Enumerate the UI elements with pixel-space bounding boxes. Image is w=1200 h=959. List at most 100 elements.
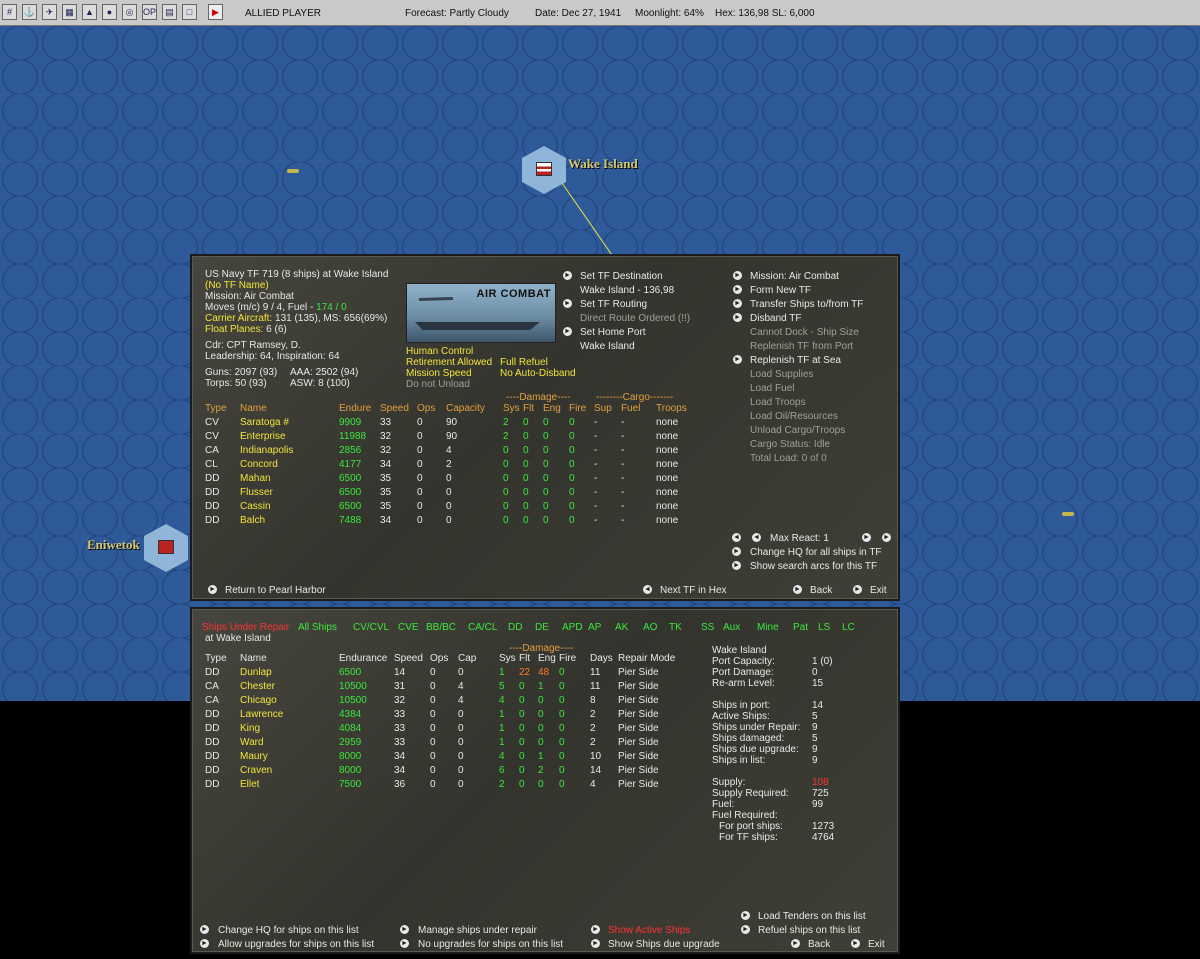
filter-ak[interactable]: AK (615, 622, 628, 633)
wake-island-label[interactable]: Wake Island (568, 156, 638, 172)
tf-menu-item[interactable]: Transfer Ships to/from TF (750, 299, 863, 310)
table-row[interactable]: CA Chicago 10500 32 0 4 4 0 0 0 8 Pier Side (192, 695, 898, 709)
filter-all-ships[interactable]: All Ships (298, 622, 337, 633)
ship-name[interactable]: Concord (240, 459, 278, 470)
manage-repair-button[interactable]: Manage ships under repair (418, 925, 537, 936)
ship-name[interactable]: Balch (240, 515, 265, 526)
ship-name[interactable]: Craven (240, 765, 272, 776)
tf-menu-item[interactable]: Form New TF (750, 285, 811, 296)
arrow-right-icon[interactable]: ► (882, 533, 891, 542)
land-icon[interactable]: ▲ (82, 4, 97, 20)
plane-icon[interactable]: ✈ (42, 4, 57, 20)
target-icon[interactable]: ◎ (122, 4, 137, 20)
arrow-left-icon[interactable]: ◄ (752, 533, 761, 542)
globe-icon[interactable]: ● (102, 4, 117, 20)
change-hq-button[interactable]: Change HQ for all ships in TF (750, 547, 882, 558)
no-upgrades-button[interactable]: No upgrades for ships on this list (418, 939, 563, 950)
ship-name[interactable]: Lawrence (240, 709, 283, 720)
tf-carrier-aircraft[interactable]: Carrier Aircraft: 131 (135), MS: 656(69%… (205, 313, 387, 324)
ship-name[interactable]: Ward (240, 737, 264, 748)
grid-icon[interactable]: # (2, 4, 17, 20)
refuel-ships-button[interactable]: Refuel ships on this list (758, 925, 860, 936)
filter-cve[interactable]: CVE (398, 622, 419, 633)
filter-cv-cvl[interactable]: CV/CVL (353, 622, 389, 633)
ship-name[interactable]: King (240, 723, 260, 734)
table-row[interactable]: CL Concord 4177 34 0 2 0 0 0 0 - - none (192, 459, 898, 473)
control-refuel[interactable]: Full Refuel (500, 357, 548, 368)
table-row[interactable]: DD Flusser 6500 35 0 0 0 0 0 0 - - none (192, 487, 898, 501)
table-row[interactable]: CV Saratoga # 9909 33 0 90 2 0 0 0 - - none (192, 417, 898, 431)
set-destination-button[interactable]: Set TF Destination (580, 271, 663, 282)
control-retirement[interactable]: Retirement Allowed (406, 357, 492, 368)
port-back-button[interactable]: Back (808, 939, 830, 950)
filter-tk[interactable]: TK (669, 622, 682, 633)
ship-name[interactable]: Ellet (240, 779, 259, 790)
wake-island-base[interactable] (522, 146, 566, 194)
set-home-port-button[interactable]: Set Home Port (580, 327, 646, 338)
show-active-ships-button[interactable]: Show Active Ships (608, 925, 690, 936)
tf-commander[interactable]: Cdr: CPT Ramsey, D. (205, 340, 301, 351)
filter-ca-cl[interactable]: CA/CL (468, 622, 497, 633)
eniwetok-label[interactable]: Eniwetok (87, 537, 140, 553)
table-row[interactable]: DD Lawrence 4384 33 0 0 1 0 0 0 2 Pier Side (192, 709, 898, 723)
ship-name[interactable]: Cassin (240, 501, 271, 512)
ship-name[interactable]: Enterprise (240, 431, 286, 442)
filter-aux[interactable]: Aux (723, 622, 740, 633)
filter-ships-under-repair[interactable]: Ships Under Repair (202, 622, 289, 633)
filter-ss[interactable]: SS (701, 622, 714, 633)
table-row[interactable]: DD Mahan 6500 35 0 0 0 0 0 0 - - none (192, 473, 898, 487)
control-disband[interactable]: No Auto-Disband (500, 368, 576, 379)
ship-name[interactable]: Saratoga # (240, 417, 289, 428)
end-turn-icon[interactable]: ▶ (208, 4, 223, 20)
control-human[interactable]: Human Control (406, 346, 473, 357)
set-routing-button[interactable]: Set TF Routing (580, 299, 647, 310)
tf-exit-button[interactable]: Exit (870, 585, 887, 596)
filter-de[interactable]: DE (535, 622, 549, 633)
change-hq-list-button[interactable]: Change HQ for ships on this list (218, 925, 359, 936)
table-row[interactable]: DD Dunlap 6500 14 0 0 1 22 48 0 11 Pier Side (192, 667, 898, 681)
filter-ao[interactable]: AO (643, 622, 657, 633)
op-icon[interactable]: OP (142, 4, 157, 20)
table-row[interactable]: CA Chester 10500 31 0 4 5 0 1 0 11 Pier Side (192, 681, 898, 695)
show-search-arcs-button[interactable]: Show search arcs for this TF (750, 561, 877, 572)
table-row[interactable]: CV Enterprise 11988 32 0 90 2 0 0 0 - - none (192, 431, 898, 445)
show-due-upgrade-button[interactable]: Show Ships due upgrade (608, 939, 720, 950)
ship-name[interactable]: Mahan (240, 473, 271, 484)
arrow-left-icon[interactable]: ◄ (732, 533, 741, 542)
table-row[interactable]: DD Balch 7488 34 0 0 0 0 0 0 - - none (192, 515, 898, 529)
port-exit-button[interactable]: Exit (868, 939, 885, 950)
filter-pat[interactable]: Pat (793, 622, 808, 633)
tf-menu-item[interactable]: Mission: Air Combat (750, 271, 839, 282)
tf-menu-item[interactable]: Disband TF (750, 313, 802, 324)
arrow-right-icon[interactable]: ► (862, 533, 871, 542)
eniwetok-base[interactable] (144, 524, 188, 572)
table-row[interactable]: DD Ellet 7500 36 0 0 2 0 0 0 4 Pier Side (192, 779, 898, 793)
filter-lc[interactable]: LC (842, 622, 855, 633)
ship-name[interactable]: Chicago (240, 695, 277, 706)
table-row[interactable]: CA Indianapolis 2856 32 0 4 0 0 0 0 - - none (192, 445, 898, 459)
allow-upgrades-button[interactable]: Allow upgrades for ships on this list (218, 939, 374, 950)
window-icon[interactable]: □ (182, 4, 197, 20)
next-tf-button[interactable]: Next TF in Hex (660, 585, 727, 596)
tf-name[interactable]: (No TF Name) (205, 280, 269, 291)
tf-float-planes[interactable]: Float Planes: 6 (6) (205, 324, 287, 335)
table-row[interactable]: DD Craven 8000 34 0 0 6 0 2 0 14 Pier Side (192, 765, 898, 779)
filter-ap[interactable]: AP (588, 622, 601, 633)
ship-name[interactable]: Chester (240, 681, 275, 692)
report-icon[interactable]: ▤ (162, 4, 177, 20)
table-row[interactable]: DD Cassin 6500 35 0 0 0 0 0 0 - - none (192, 501, 898, 515)
ship-icon[interactable]: ⚓ (22, 4, 37, 20)
filter-dd[interactable]: DD (508, 622, 522, 633)
filter-mine[interactable]: Mine (757, 622, 779, 633)
tf-back-button[interactable]: Back (810, 585, 832, 596)
filter-apd[interactable]: APD (562, 622, 583, 633)
filter-bb-bc[interactable]: BB/BC (426, 622, 456, 633)
ship-name[interactable]: Indianapolis (240, 445, 293, 456)
ship-name[interactable]: Dunlap (240, 667, 272, 678)
control-speed[interactable]: Mission Speed (406, 368, 472, 379)
ship-name[interactable]: Flusser (240, 487, 273, 498)
filter-ls[interactable]: LS (818, 622, 830, 633)
ship-name[interactable]: Maury (240, 751, 268, 762)
tf-menu-item[interactable]: Replenish TF at Sea (750, 355, 841, 366)
map-icon[interactable]: ▦ (62, 4, 77, 20)
